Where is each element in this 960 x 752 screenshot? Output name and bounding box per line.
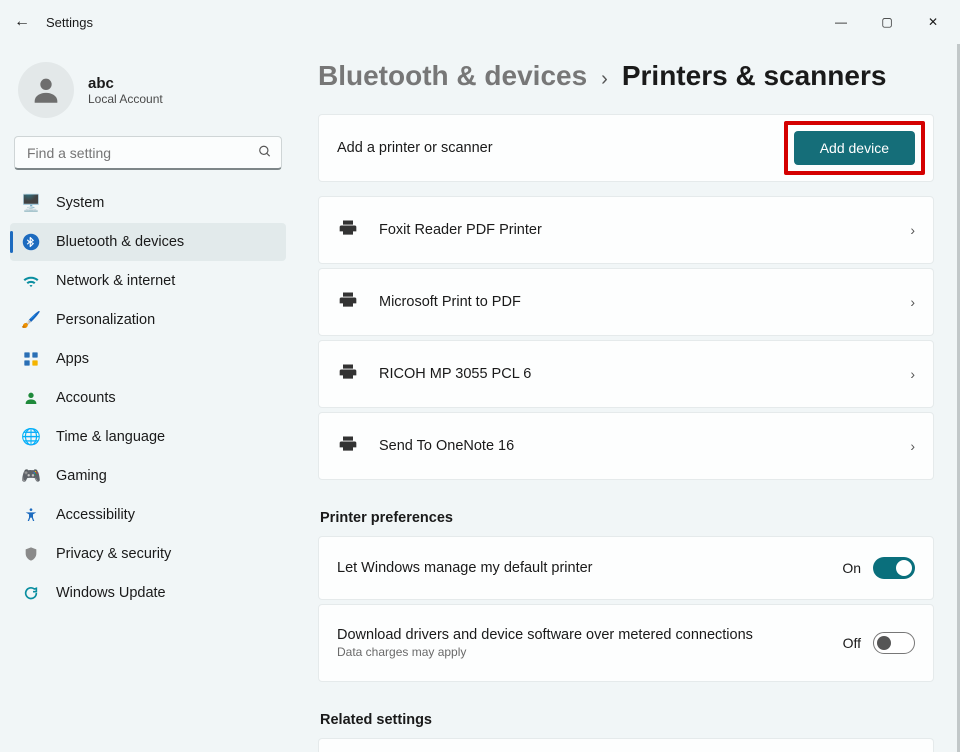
user-name: abc xyxy=(88,75,163,92)
nav-label: Bluetooth & devices xyxy=(56,234,184,250)
toggle-state-text: On xyxy=(842,560,861,576)
accessibility-icon xyxy=(22,506,40,524)
chevron-right-icon: › xyxy=(910,222,915,238)
printer-icon xyxy=(337,218,359,243)
user-subtitle: Local Account xyxy=(88,92,163,106)
printer-preferences-heading: Printer preferences xyxy=(320,510,934,526)
titlebar: ← Settings — ▢ ✕ xyxy=(0,0,960,44)
gamepad-icon: 🎮 xyxy=(22,467,40,485)
printer-row-ricoh[interactable]: RICOH MP 3055 PCL 6 › xyxy=(318,340,934,408)
nav-label: Apps xyxy=(56,351,89,367)
toggle-state-text: Off xyxy=(843,635,861,651)
nav-label: System xyxy=(56,195,104,211)
window-title: Settings xyxy=(46,15,93,30)
nav-bluetooth-devices[interactable]: Bluetooth & devices xyxy=(10,223,286,261)
printer-row-foxit[interactable]: Foxit Reader PDF Printer › xyxy=(318,196,934,264)
main-content: Bluetooth & devices › Printers & scanner… xyxy=(296,44,960,752)
pref-metered-download: Download drivers and device software ove… xyxy=(318,604,934,682)
pref-sublabel: Data charges may apply xyxy=(337,645,753,659)
clock-globe-icon: 🌐 xyxy=(22,428,40,446)
printer-name: Microsoft Print to PDF xyxy=(379,294,521,310)
breadcrumb-parent[interactable]: Bluetooth & devices xyxy=(318,60,587,92)
nav-label: Personalization xyxy=(56,312,155,328)
chevron-right-icon: › xyxy=(910,366,915,382)
pref-default-printer: Let Windows manage my default printer On xyxy=(318,536,934,600)
pref-label: Download drivers and device software ove… xyxy=(337,627,753,643)
nav-network[interactable]: Network & internet xyxy=(10,262,286,300)
nav-accounts[interactable]: Accounts xyxy=(10,379,286,417)
page-title: Printers & scanners xyxy=(622,60,887,92)
printer-name: RICOH MP 3055 PCL 6 xyxy=(379,366,531,382)
nav-label: Network & internet xyxy=(56,273,175,289)
related-settings-heading: Related settings xyxy=(320,712,934,728)
nav-label: Accounts xyxy=(56,390,116,406)
search-box xyxy=(14,136,282,170)
nav-apps[interactable]: Apps xyxy=(10,340,286,378)
avatar xyxy=(18,62,74,118)
person-icon xyxy=(29,73,63,107)
nav-gaming[interactable]: 🎮 Gaming xyxy=(10,457,286,495)
add-device-button[interactable]: Add device xyxy=(794,131,915,165)
pref-label: Let Windows manage my default printer xyxy=(337,560,593,576)
maximize-button[interactable]: ▢ xyxy=(864,6,910,38)
update-icon xyxy=(22,584,40,602)
chevron-right-icon: › xyxy=(910,294,915,310)
back-button[interactable]: ← xyxy=(4,4,40,40)
nav-time-language[interactable]: 🌐 Time & language xyxy=(10,418,286,456)
nav-label: Privacy & security xyxy=(56,546,171,562)
nav-privacy[interactable]: Privacy & security xyxy=(10,535,286,573)
minimize-button[interactable]: — xyxy=(818,6,864,38)
user-block[interactable]: abc Local Account xyxy=(10,52,286,136)
wifi-icon xyxy=(22,272,40,290)
printer-icon xyxy=(337,362,359,387)
metered-download-toggle[interactable] xyxy=(873,632,915,654)
search-input[interactable] xyxy=(14,136,282,170)
display-icon: 🖥️ xyxy=(22,194,40,212)
bluetooth-icon xyxy=(22,233,40,251)
apps-icon xyxy=(22,350,40,368)
printer-row-onenote[interactable]: Send To OneNote 16 › xyxy=(318,412,934,480)
person-icon xyxy=(22,389,40,407)
search-icon xyxy=(258,145,272,162)
add-printer-card: Add a printer or scanner Add device xyxy=(318,114,934,182)
printer-name: Send To OneNote 16 xyxy=(379,438,514,454)
close-button[interactable]: ✕ xyxy=(910,6,956,38)
nav: 🖥️ System Bluetooth & devices Network & … xyxy=(10,184,286,612)
default-printer-toggle[interactable] xyxy=(873,557,915,579)
window-controls: — ▢ ✕ xyxy=(818,6,956,38)
nav-label: Accessibility xyxy=(56,507,135,523)
printer-name: Foxit Reader PDF Printer xyxy=(379,222,542,238)
brush-icon: 🖌️ xyxy=(22,311,40,329)
related-print-server[interactable]: Print server properties 🡥 xyxy=(318,738,934,752)
shield-icon xyxy=(22,545,40,563)
annotation-highlight: Add device xyxy=(784,121,925,175)
chevron-right-icon: › xyxy=(910,438,915,454)
nav-label: Gaming xyxy=(56,468,107,484)
nav-system[interactable]: 🖥️ System xyxy=(10,184,286,222)
chevron-right-icon: › xyxy=(601,68,608,91)
printer-icon xyxy=(337,434,359,459)
breadcrumb: Bluetooth & devices › Printers & scanner… xyxy=(318,60,934,92)
nav-label: Windows Update xyxy=(56,585,166,601)
add-printer-label: Add a printer or scanner xyxy=(337,140,493,156)
nav-label: Time & language xyxy=(56,429,165,445)
printer-icon xyxy=(337,290,359,315)
nav-accessibility[interactable]: Accessibility xyxy=(10,496,286,534)
nav-windows-update[interactable]: Windows Update xyxy=(10,574,286,612)
printer-row-ms-pdf[interactable]: Microsoft Print to PDF › xyxy=(318,268,934,336)
sidebar: abc Local Account 🖥️ System Bluetooth & … xyxy=(0,44,296,752)
nav-personalization[interactable]: 🖌️ Personalization xyxy=(10,301,286,339)
